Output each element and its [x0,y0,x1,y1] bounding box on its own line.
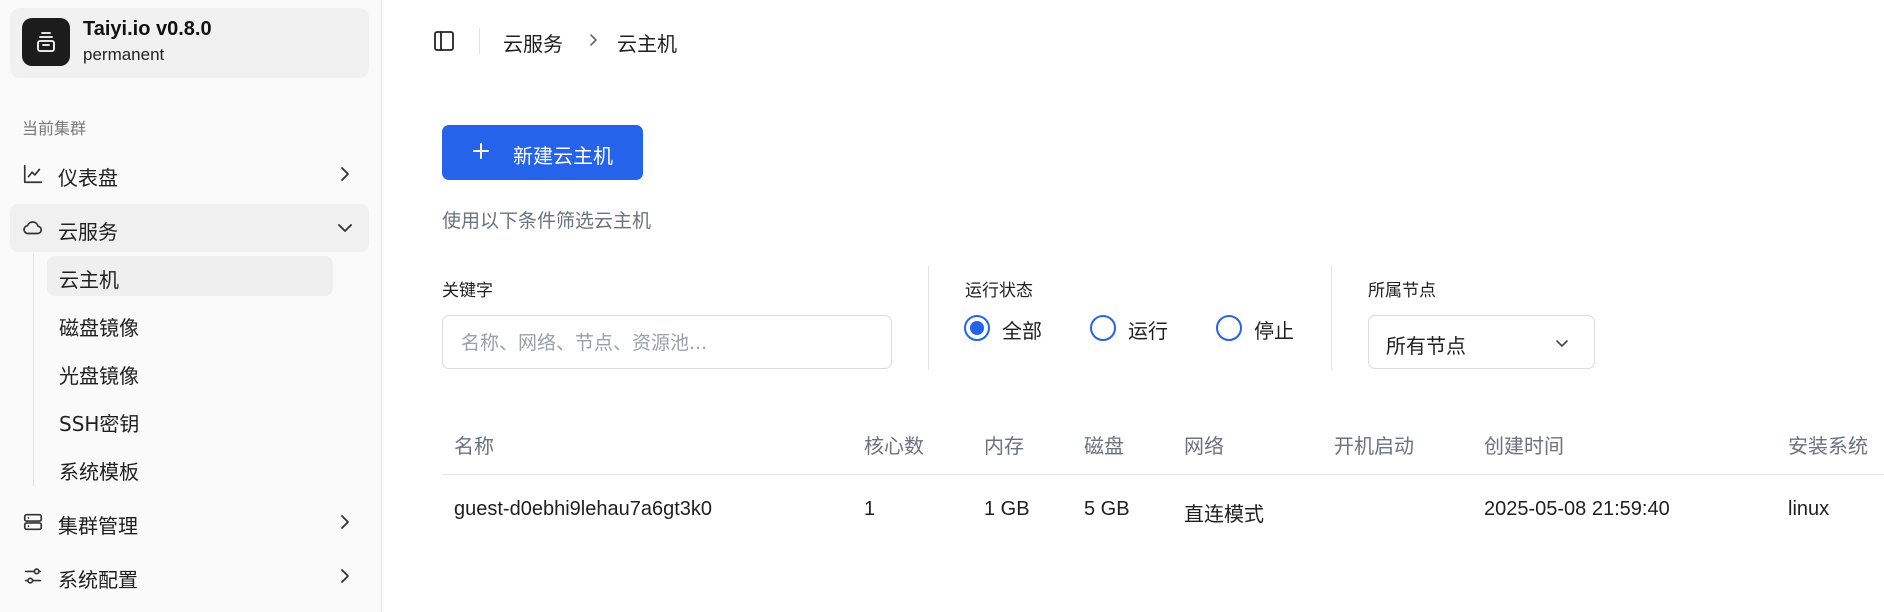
cell-created: 2025-05-08 21:59:40 [1484,498,1670,520]
sliders-icon [24,568,42,584]
chevron-down-icon [1556,340,1568,347]
status-radio-label: 停止 [1254,319,1294,343]
app-logo-icon [22,18,70,66]
status-radio-label: 运行 [1128,319,1168,343]
sidebar-subitem-templates[interactable]: 系统模板 [47,448,333,488]
table-header-name[interactable]: 名称 [454,430,494,459]
cell-cores: 1 [864,498,876,520]
section-label: 当前集群 [22,119,87,138]
status-filter-label: 运行状态 [965,281,1033,301]
radio-selected-icon [964,315,990,341]
node-select-value: 所有节点 [1386,334,1466,358]
app-switcher[interactable]: Taiyi.io v0.8.0 permanent [10,8,369,78]
sidebar-subitem-label: SSH密钥 [59,412,140,436]
cell-network: 直连模式 [1184,502,1264,526]
table-header-disk[interactable]: 磁盘 [1084,430,1124,459]
sidebar-item-cloud-services[interactable]: 云服务 [10,204,369,252]
filter-divider [928,266,929,370]
node-filter-label: 所属节点 [1368,281,1436,301]
chevron-right-icon [341,515,349,529]
cell-name[interactable]: guest-d0ebhi9lehau7a6gt3k0 [454,498,712,521]
sidebar-item-dashboard[interactable]: 仪表盘 [10,150,369,198]
app-subtitle: permanent [83,45,165,64]
radio-unselected-icon [1216,315,1242,341]
cell-memory: 1 GB [984,498,1030,520]
sidebar-subitem-disk-images[interactable]: 磁盘镜像 [47,304,333,344]
breadcrumb-parent[interactable]: 云服务 [503,28,563,57]
sidebar-subitem-iso-images[interactable]: 光盘镜像 [47,352,333,392]
filter-divider [1331,266,1332,370]
sidebar-item-system-settings[interactable]: 系统配置 [10,552,369,600]
table-header-os[interactable]: 安装系统 [1788,430,1868,459]
breadcrumb-current: 云主机 [617,32,677,56]
breadcrumb-chevron-icon [590,34,597,46]
cloud-icon [23,221,43,235]
sidebar-subitem-label: 云主机 [59,268,119,292]
chart-line-icon [23,164,43,184]
new-vm-button[interactable]: 新建云主机 [442,125,643,180]
sidebar-subitem-label: 系统模板 [59,460,139,484]
table-header-network[interactable]: 网络 [1184,430,1224,459]
sidebar-item-cluster-management[interactable]: 集群管理 [10,498,369,546]
table-header-divider [442,474,1884,475]
table-header-cores[interactable]: 核心数 [864,430,924,459]
table-header-memory[interactable]: 内存 [984,430,1024,459]
keyword-filter-label: 关键字 [442,281,493,301]
cell-os: linux [1788,498,1830,520]
keyword-search-input[interactable] [461,330,871,356]
app-name: Taiyi.io v0.8.0 [83,18,212,40]
new-vm-button-label: 新建云主机 [513,144,613,168]
table-header-created[interactable]: 创建时间 [1484,430,1564,459]
sidebar-item-label: 系统配置 [58,568,138,592]
sidebar-subitem-label: 光盘镜像 [59,364,139,388]
cell-disk: 5 GB [1084,498,1130,520]
keyword-search-field[interactable] [442,315,892,369]
submenu-guide-line [33,254,34,486]
sidebar-subitem-label: 磁盘镜像 [59,316,139,340]
sidebar-item-label: 云服务 [58,220,118,244]
chevron-right-icon [341,167,349,181]
filter-hint: 使用以下条件筛选云主机 [442,210,652,232]
sidebar-item-label: 集群管理 [58,514,138,538]
radio-unselected-icon [1090,315,1116,341]
chevron-down-icon [338,224,352,232]
topbar-divider [479,28,480,54]
sidebar-item-label: 仪表盘 [58,166,118,190]
node-select[interactable]: 所有节点 [1368,315,1595,369]
plus-icon [473,143,489,159]
sidebar: Taiyi.io v0.8.0 permanent 当前集群 仪表盘 云服务 云… [0,0,382,612]
sidebar-subitem-ssh-keys[interactable]: SSH密钥 [47,400,333,440]
sidebar-toggle-icon[interactable] [432,29,456,53]
chevron-right-icon [341,569,349,583]
table-header-autostart[interactable]: 开机启动 [1334,430,1414,459]
status-radio-label: 全部 [1002,319,1042,343]
server-icon [23,513,43,531]
sidebar-subitem-vm[interactable]: 云主机 [47,256,333,296]
